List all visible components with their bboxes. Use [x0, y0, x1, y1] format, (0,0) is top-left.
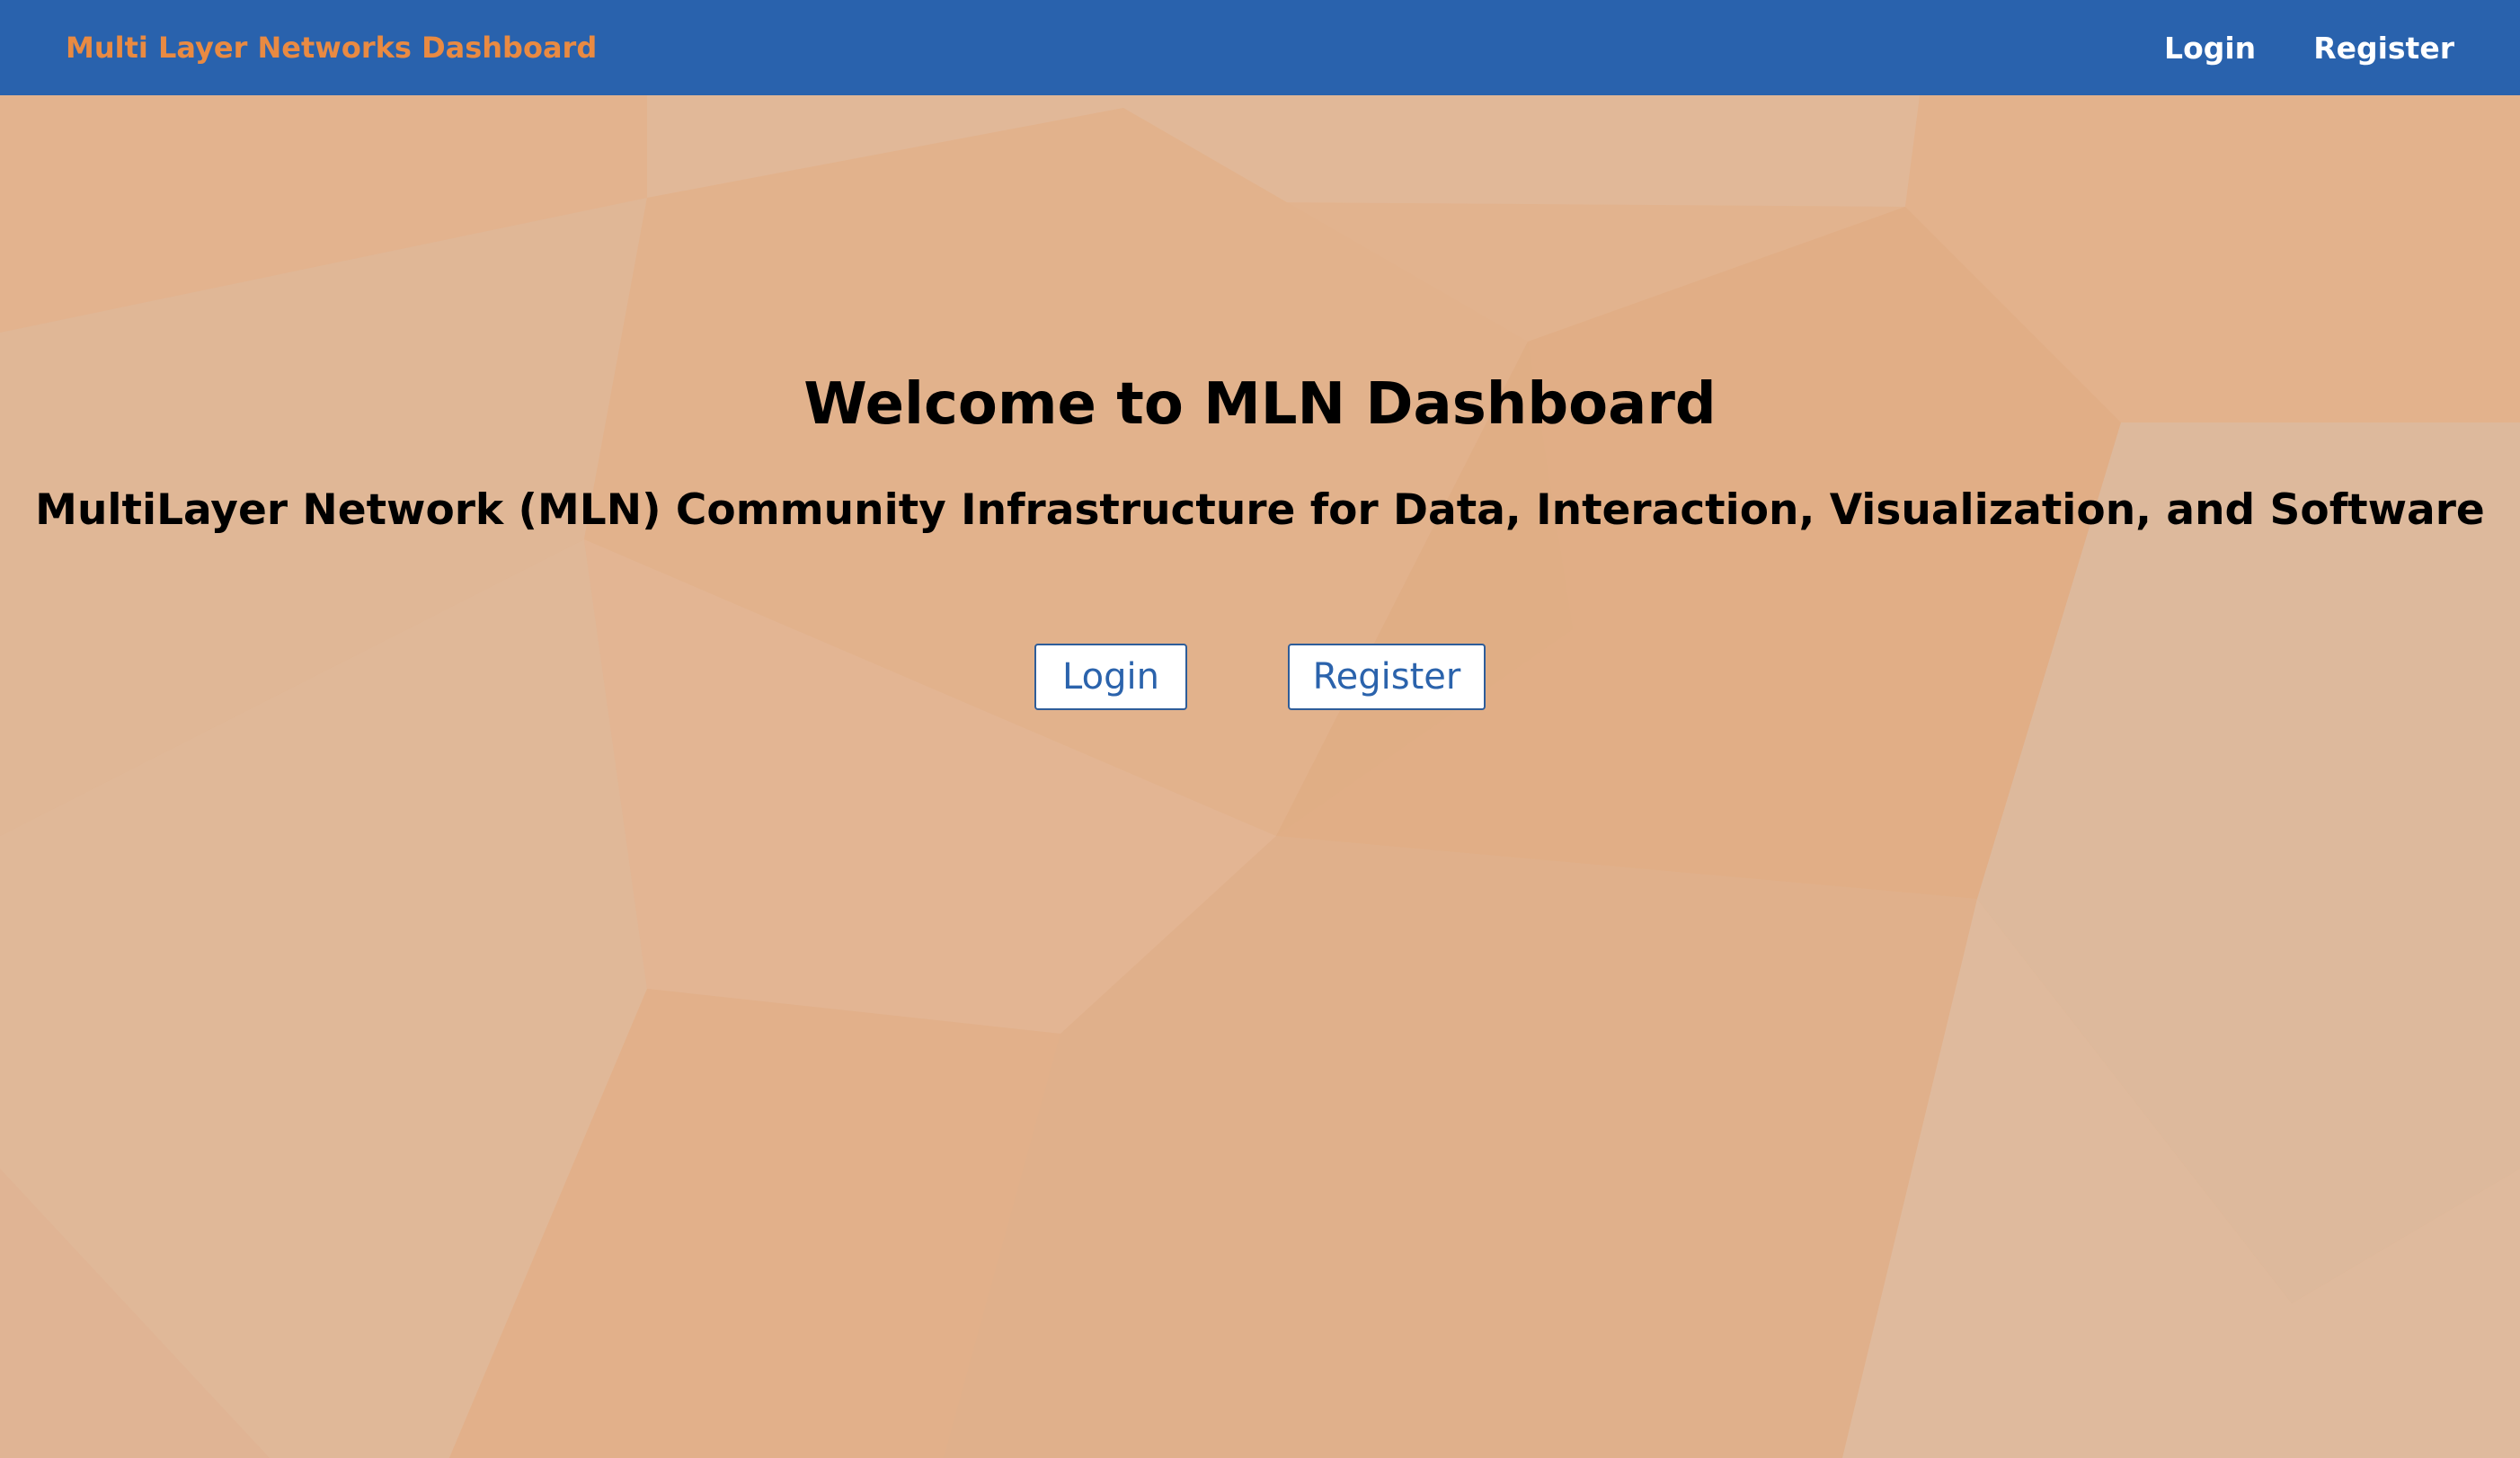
top-navbar: Multi Layer Networks Dashboard Login Reg… [0, 0, 2520, 95]
page-title: Welcome to MLN Dashboard [803, 371, 1717, 438]
nav-links: Login Register [2164, 0, 2454, 95]
background-pattern [0, 0, 2520, 1458]
page-subtitle: MultiLayer Network (MLN) Community Infra… [35, 485, 2485, 535]
brand-link[interactable]: Multi Layer Networks Dashboard [66, 0, 597, 95]
register-button[interactable]: Register [1288, 644, 1486, 710]
nav-login-link[interactable]: Login [2164, 31, 2256, 66]
landing-page: Multi Layer Networks Dashboard Login Reg… [0, 0, 2520, 1458]
nav-register-link[interactable]: Register [2313, 31, 2454, 66]
login-button[interactable]: Login [1034, 644, 1187, 710]
